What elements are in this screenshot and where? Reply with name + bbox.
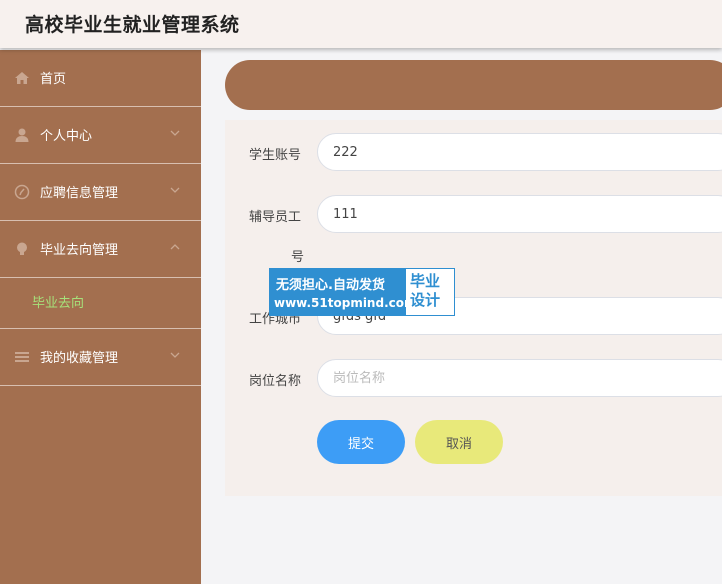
user-icon [15, 128, 29, 142]
job-title-input[interactable] [317, 359, 722, 397]
sidebar-item-label: 我的收藏管理 [40, 351, 119, 366]
sidebar-item-home[interactable]: 首页 [0, 50, 201, 107]
sidebar: 首页 个人中心 应聘信息管理 毕业去向管理 毕业去向 我的收藏管理 [0, 50, 201, 584]
cancel-button[interactable]: 取消 [415, 420, 503, 464]
home-icon [15, 72, 29, 84]
watermark-url: www.51topmind.com [274, 296, 417, 310]
list-icon [15, 352, 29, 362]
student-account-label: 学生账号 [249, 148, 302, 163]
watermark-left: 无须担心.自动发货 www.51topmind.com [270, 269, 417, 315]
lightbulb-icon [17, 242, 27, 255]
sidebar-subitem-graduation-destination[interactable]: 毕业去向 [0, 278, 201, 329]
chevron-down-icon [170, 352, 180, 358]
sidebar-item-favorites-management[interactable]: 我的收藏管理 [0, 329, 201, 386]
chevron-up-icon [170, 244, 180, 250]
job-title-label: 岗位名称 [249, 374, 302, 389]
chevron-down-icon [170, 187, 180, 193]
watermark-right-line2: 设计 [410, 291, 441, 309]
watermark-right: 毕业 设计 [410, 272, 452, 310]
compass-icon [14, 184, 30, 200]
sidebar-item-graduation-destination-management[interactable]: 毕业去向管理 [0, 221, 201, 278]
watermark-right-line1: 毕业 [410, 272, 441, 290]
page-banner [225, 60, 722, 110]
student-account-input[interactable] [317, 133, 722, 171]
app-title: 高校毕业生就业管理系统 [25, 14, 240, 36]
counselor-id-label-continued: 号 [291, 250, 305, 265]
sidebar-item-application-management[interactable]: 应聘信息管理 [0, 164, 201, 221]
sidebar-item-personal-center[interactable]: 个人中心 [0, 107, 201, 164]
sidebar-item-label: 毕业去向管理 [40, 243, 119, 258]
sidebar-item-label: 个人中心 [40, 129, 93, 144]
sidebar-item-label: 应聘信息管理 [40, 186, 119, 201]
sidebar-subitem-label: 毕业去向 [32, 296, 85, 311]
counselor-id-input[interactable] [317, 195, 722, 233]
submit-button[interactable]: 提交 [317, 420, 405, 464]
watermark-line1: 无须担心.自动发货 [276, 278, 385, 293]
sidebar-item-label: 首页 [40, 72, 67, 87]
top-header: 高校毕业生就业管理系统 [0, 0, 722, 48]
chevron-down-icon [170, 130, 180, 136]
watermark: 无须担心.自动发货 www.51topmind.com 毕业 设计 [269, 268, 455, 316]
counselor-id-label: 辅导员工 [249, 210, 302, 225]
